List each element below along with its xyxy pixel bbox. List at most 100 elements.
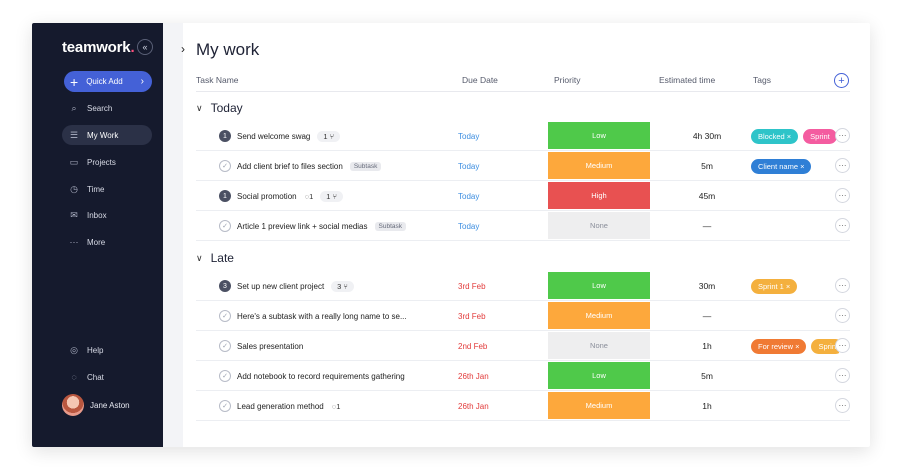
nav-help[interactable]: ◎ Help xyxy=(62,340,152,360)
table-row[interactable]: ✓ Article 1 preview link + social medias S… xyxy=(196,211,850,241)
nav-my-work[interactable]: ☰ My Work xyxy=(62,125,152,145)
estimated-time[interactable]: — xyxy=(662,301,752,331)
priority-cell[interactable]: None xyxy=(548,212,650,239)
comment-count[interactable]: ◌ 1 xyxy=(332,402,341,411)
due-date[interactable]: 2nd Feb xyxy=(458,331,487,361)
estimated-time[interactable]: 30m xyxy=(662,271,752,301)
subtask-count[interactable]: 1 ⑂ xyxy=(317,130,341,142)
subtask-icon: ⑂ xyxy=(327,131,335,141)
due-date[interactable]: 3rd Feb xyxy=(458,301,486,331)
add-column-icon[interactable]: + xyxy=(834,73,849,88)
priority-cell[interactable]: Low xyxy=(548,362,650,389)
column-tags[interactable]: Tags xyxy=(753,75,771,85)
logo[interactable]: teamwork. xyxy=(62,39,135,56)
subtask-count[interactable]: 3 ⑂ xyxy=(331,280,354,292)
task-name[interactable]: Here's a subtask with a really long name… xyxy=(237,301,407,331)
more-options-icon[interactable]: ··· xyxy=(835,278,850,293)
estimated-time[interactable]: 45m xyxy=(662,181,752,211)
user-profile[interactable]: Jane Aston xyxy=(62,394,130,416)
task-name[interactable]: Sales presentation xyxy=(237,331,303,361)
estimated-time[interactable]: 5m xyxy=(662,361,752,391)
complete-checkbox-icon[interactable]: ✓ xyxy=(219,310,231,322)
nav-projects[interactable]: ▭ Projects xyxy=(62,152,152,172)
tags-cell: Sprint 1 × xyxy=(751,271,839,301)
table-row[interactable]: ✓ Add client brief to files section Subtas… xyxy=(196,151,850,181)
due-date[interactable]: 26th Jan xyxy=(458,391,489,421)
more-options-icon[interactable]: ··· xyxy=(835,218,850,233)
tag-chip[interactable]: Sprint 1 × xyxy=(751,278,798,294)
tag-chip[interactable]: For review × xyxy=(751,338,807,354)
priority-cell[interactable]: None xyxy=(548,332,650,359)
priority-cell[interactable]: Medium xyxy=(548,302,650,329)
due-date[interactable]: 3rd Feb xyxy=(458,271,486,301)
folder-icon: ▭ xyxy=(69,156,79,167)
priority-cell[interactable]: Medium xyxy=(548,392,650,419)
estimated-time[interactable]: 4h 30m xyxy=(662,121,752,151)
estimated-time[interactable]: — xyxy=(662,211,752,241)
quick-add-button[interactable]: + Quick Add › xyxy=(64,71,152,92)
table-row[interactable]: 1 Send welcome swag 1 ⑂ Today Low 4h 30m Block… xyxy=(196,121,850,151)
priority-cell[interactable]: Low xyxy=(548,272,650,299)
priority-cell[interactable]: Low xyxy=(548,122,650,149)
tags-cell xyxy=(751,361,839,391)
more-options-icon[interactable]: ··· xyxy=(835,338,850,353)
due-date[interactable]: Today xyxy=(458,211,479,241)
estimated-time[interactable]: 1h xyxy=(662,391,752,421)
more-options-icon[interactable]: ··· xyxy=(835,368,850,383)
comment-count[interactable]: ◌ 1 xyxy=(305,192,314,201)
tag-chip[interactable]: Client name × xyxy=(751,158,812,174)
group-today[interactable]: ∨ Today xyxy=(196,101,243,115)
collapse-sidebar-icon[interactable]: « xyxy=(137,39,153,55)
table-row[interactable]: 1 Social promotion ◌ 1 1 ⑂ Today High 45m ··· xyxy=(196,181,850,211)
user-name: Jane Aston xyxy=(90,400,130,410)
task-name[interactable]: Set up new client project 3 ⑂ xyxy=(237,271,354,301)
estimated-time[interactable]: 5m xyxy=(662,151,752,181)
table-row[interactable]: ✓ Lead generation method ◌ 1 26th Jan Medium 1… xyxy=(196,391,850,421)
due-date[interactable]: Today xyxy=(458,121,479,151)
nav-more[interactable]: ··· More xyxy=(62,232,152,252)
more-options-icon[interactable]: ··· xyxy=(835,398,850,413)
task-name[interactable]: Social promotion ◌ 1 1 ⑂ xyxy=(237,181,343,211)
group-late[interactable]: ∨ Late xyxy=(196,251,234,265)
task-name-text: Set up new client project xyxy=(237,281,325,291)
complete-checkbox-icon[interactable]: ✓ xyxy=(219,220,231,232)
more-options-icon[interactable]: ··· xyxy=(835,158,850,173)
table-row[interactable]: ✓ Here's a subtask with a really long nam… xyxy=(196,301,850,331)
tags-cell xyxy=(751,391,839,421)
task-name[interactable]: Lead generation method ◌ 1 xyxy=(237,391,340,421)
task-name-text: Social promotion xyxy=(237,191,297,201)
chevron-right-icon[interactable]: › xyxy=(181,42,185,56)
complete-checkbox-icon[interactable]: ✓ xyxy=(219,340,231,352)
table-row[interactable]: 3 Set up new client project 3 ⑂ 3rd Feb Low 3… xyxy=(196,271,850,301)
priority-cell[interactable]: High xyxy=(548,182,650,209)
nav-time[interactable]: ◷ Time xyxy=(62,179,152,199)
table-row[interactable]: ✓ Sales presentation 2nd Feb None 1h For revi… xyxy=(196,331,850,361)
complete-checkbox-icon[interactable]: ✓ xyxy=(219,370,231,382)
column-task-name[interactable]: Task Name xyxy=(196,75,239,85)
more-options-icon[interactable]: ··· xyxy=(835,188,850,203)
column-due-date[interactable]: Due Date xyxy=(462,75,498,85)
due-date[interactable]: Today xyxy=(458,151,479,181)
more-options-icon[interactable]: ··· xyxy=(835,128,850,143)
complete-checkbox-icon[interactable]: ✓ xyxy=(219,160,231,172)
estimated-time[interactable]: 1h xyxy=(662,331,752,361)
task-name[interactable]: Add notebook to record requirements gath… xyxy=(237,361,405,391)
task-name[interactable]: Add client brief to files section Subtask xyxy=(237,151,382,181)
table-row[interactable]: ✓ Add notebook to record requirements gat… xyxy=(196,361,850,391)
priority-cell[interactable]: Medium xyxy=(548,152,650,179)
tag-chip[interactable]: Blocked × xyxy=(751,128,799,144)
more-options-icon[interactable]: ··· xyxy=(835,308,850,323)
task-name[interactable]: Article 1 preview link + social medias Su… xyxy=(237,211,406,241)
tag-chip[interactable]: Sprint xyxy=(803,128,837,144)
subtask-count[interactable]: 1 ⑂ xyxy=(320,190,343,202)
nav-search[interactable]: ⌕ Search xyxy=(62,98,152,118)
nav-chat[interactable]: ◌ Chat xyxy=(62,367,152,387)
nav-inbox[interactable]: ✉ Inbox xyxy=(62,205,152,225)
due-date[interactable]: 26th Jan xyxy=(458,361,489,391)
column-priority[interactable]: Priority xyxy=(554,75,580,85)
column-estimated-time[interactable]: Estimated time xyxy=(659,75,715,85)
sidebar: teamwork. « + Quick Add › ⌕ Search ☰ My … xyxy=(32,23,163,447)
due-date[interactable]: Today xyxy=(458,181,479,211)
task-name[interactable]: Send welcome swag 1 ⑂ xyxy=(237,121,341,151)
complete-checkbox-icon[interactable]: ✓ xyxy=(219,400,231,412)
